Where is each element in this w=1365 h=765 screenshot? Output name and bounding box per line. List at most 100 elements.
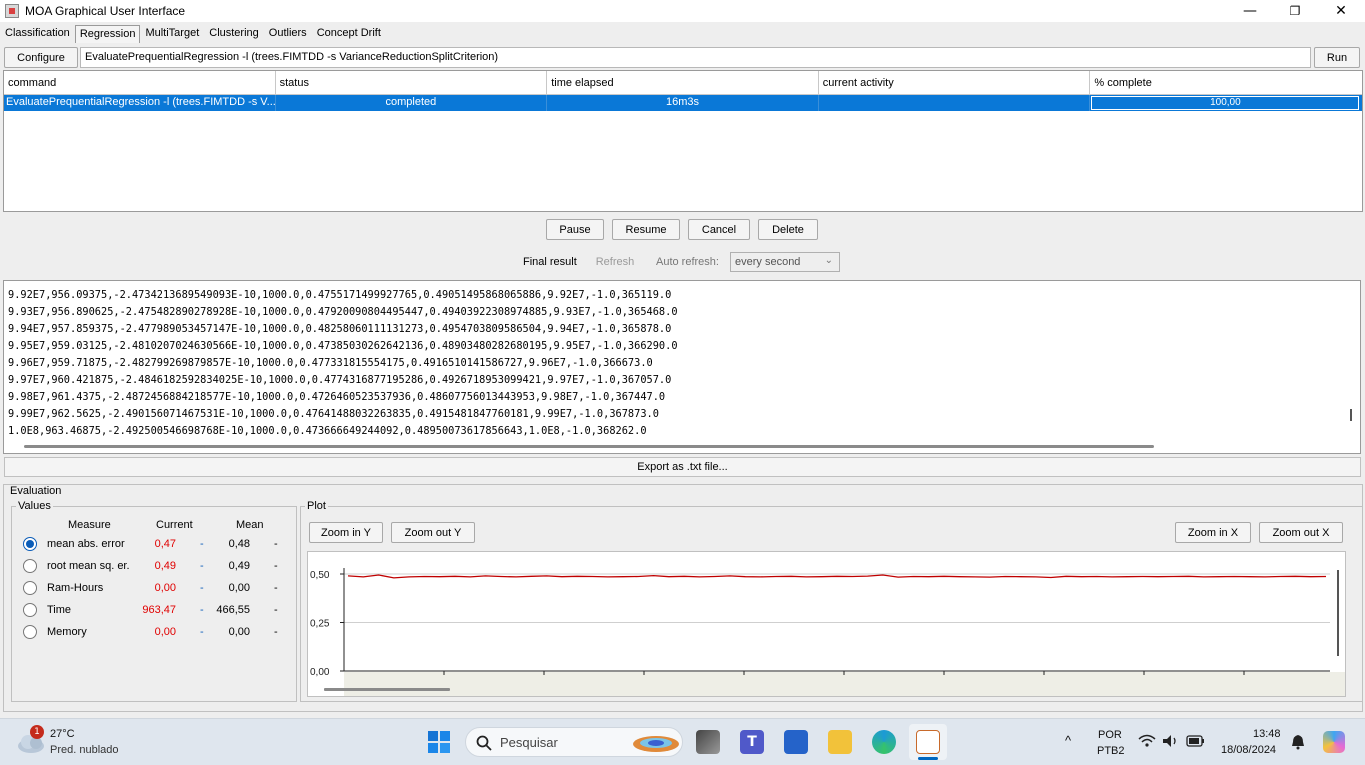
volume-icon[interactable] [1162, 734, 1180, 748]
values-title: Values [16, 500, 53, 512]
x-axis-strip [308, 672, 1345, 696]
output-line: 9.94E7,957.859375,-2.477989053457147E-10… [8, 323, 672, 335]
output-line: 9.96E7,959.71875,-2.482799269879857E-10,… [8, 357, 653, 369]
plot-vertical-scrollbar [1337, 570, 1339, 656]
y-tick-label: 0,50 [310, 570, 330, 581]
header-current-activity[interactable]: current activity [819, 71, 1091, 94]
temperature[interactable]: 27°C [50, 728, 75, 740]
measure-radio-mean-abs-error[interactable] [23, 537, 37, 551]
final-result-label: Final result [523, 256, 577, 268]
output-lines: 9.92E7,956.09375,-2.4734213689549093E-10… [4, 287, 678, 440]
resume-button[interactable]: Resume [612, 219, 680, 240]
search-placeholder: Pesquisar [500, 735, 558, 750]
output-line: 9.93E7,956.890625,-2.4754828902789​28E-1… [8, 306, 678, 318]
tab-outliers[interactable]: Outliers [264, 24, 312, 43]
measure-radio-ram-hours[interactable] [23, 581, 37, 595]
horizontal-scrollbar[interactable] [24, 445, 1154, 448]
measure-separator: - [274, 582, 278, 594]
measure-current-value: 0,00 [154, 626, 176, 638]
maximize-button[interactable]: ❐ [1272, 0, 1318, 22]
y-tick-label: 0,25 [310, 619, 330, 630]
clock-time[interactable]: 13:48 [1253, 728, 1281, 740]
chevron-up-icon[interactable]: ^ [1065, 733, 1071, 748]
measure-radio-time[interactable] [23, 603, 37, 617]
progress-bar: 100,00 [1091, 96, 1360, 110]
weather-desc[interactable]: Pred. nublado [50, 744, 119, 756]
output-line: 1.0E8,963.46875,-2.492500546698768E-10,1… [8, 425, 647, 437]
auto-refresh-select[interactable]: every second ⌄ [730, 252, 840, 272]
run-button[interactable]: Run [1314, 47, 1360, 68]
zoom-out-y-button[interactable]: Zoom out Y [391, 522, 475, 543]
export-txt-button[interactable]: Export as .txt file... [4, 457, 1361, 477]
copilot-icon[interactable] [1323, 731, 1345, 753]
header-time-elapsed[interactable]: time elapsed [547, 71, 819, 94]
title-bar: MOA Graphical User Interface — ❐ ✕ [0, 0, 1365, 22]
zoom-in-y-button[interactable]: Zoom in Y [309, 522, 383, 543]
language-label[interactable]: POR [1098, 729, 1122, 741]
tab-classification[interactable]: Classification [0, 24, 75, 43]
auto-refresh-label: Auto refresh: [656, 256, 719, 268]
wifi-icon[interactable] [1138, 734, 1156, 748]
measure-label[interactable]: mean abs. error [47, 538, 125, 550]
tab-clustering[interactable]: Clustering [204, 24, 264, 43]
header-percent-complete[interactable]: % complete [1090, 71, 1362, 94]
clock-date[interactable]: 18/08/2024 [1221, 744, 1276, 756]
keyboard-layout-label[interactable]: PTB2 [1097, 745, 1125, 757]
header-command[interactable]: command [4, 71, 276, 94]
delete-button[interactable]: Delete [758, 219, 818, 240]
main-tabs: Classification Regression MultiTarget Clust… [0, 23, 386, 43]
vertical-scrollbar[interactable] [1350, 409, 1352, 421]
cancel-button[interactable]: Cancel [688, 219, 750, 240]
table-row[interactable]: EvaluatePrequentialRegression -l (trees.… [4, 95, 1362, 111]
measure-label[interactable]: Ram-Hours [47, 582, 103, 594]
measure-separator: - [274, 538, 278, 550]
measure-radio-memory[interactable] [23, 625, 37, 639]
plot-title: Plot [305, 500, 328, 512]
output-line: 9.95E7,959.03125,-2.481020702463056​6E-1… [8, 340, 678, 352]
refresh-button[interactable]: Refresh [583, 252, 647, 271]
cell-command: EvaluatePrequentialRegression -l (trees.… [4, 95, 276, 111]
output-text-area[interactable]: 9.92E7,956.09375,-2.4734213689549093E-10… [3, 280, 1361, 454]
measure-radio-root-mean-sq-er[interactable] [23, 559, 37, 573]
plot-chart[interactable]: 0,50 0,25 0,00 [307, 551, 1346, 697]
java-icon [916, 730, 940, 754]
command-field[interactable]: EvaluatePrequentialRegression -l (trees.… [80, 47, 1311, 68]
notification-bell-icon[interactable] [1291, 734, 1305, 750]
tab-multitarget[interactable]: MultiTarget [140, 24, 204, 43]
auto-refresh-value: every second [735, 256, 801, 268]
header-status[interactable]: status [276, 71, 548, 94]
task-view-icon[interactable] [696, 730, 720, 754]
edge-icon[interactable] [872, 730, 896, 754]
taskbar-search[interactable]: Pesquisar [465, 727, 683, 757]
chart-svg: 0,50 0,25 0,00 [308, 552, 1345, 696]
windows-start-icon[interactable] [427, 730, 451, 754]
output-line: 9.99E7,962.5625,-2.490156071467531E-10,1… [8, 408, 659, 420]
measure-label[interactable]: root mean sq. er. [47, 560, 130, 572]
measure-label[interactable]: Time [47, 604, 71, 616]
measure-label[interactable]: Memory [47, 626, 87, 638]
store-icon[interactable] [784, 730, 808, 754]
battery-icon[interactable] [1186, 734, 1206, 748]
measure-separator: - [274, 626, 278, 638]
configure-button[interactable]: Configure [4, 47, 78, 68]
measure-mean-value: 466,55 [216, 604, 250, 616]
cell-percent-complete: 100,00 [1090, 95, 1362, 111]
file-explorer-icon[interactable] [828, 730, 852, 754]
search-highlight-icon [633, 736, 679, 752]
close-button[interactable]: ✕ [1318, 0, 1364, 22]
tab-concept-drift[interactable]: Concept Drift [312, 24, 386, 43]
active-app-indicator [918, 757, 938, 760]
zoom-in-x-button[interactable]: Zoom in X [1175, 522, 1251, 543]
cell-time-elapsed: 16m3s [547, 95, 819, 111]
y-tick-label: 0,00 [310, 667, 330, 678]
plot-horizontal-scrollbar [324, 688, 450, 691]
tab-regression[interactable]: Regression [74, 25, 141, 43]
task-table: command status time elapsed current acti… [3, 70, 1363, 212]
zoom-out-x-button[interactable]: Zoom out X [1259, 522, 1343, 543]
pause-button[interactable]: Pause [546, 219, 604, 240]
minimize-button[interactable]: — [1227, 0, 1273, 22]
teams-icon[interactable]: T [740, 730, 764, 754]
measure-current-value: 0,47 [154, 538, 176, 550]
output-line: 9.92E7,956.09375,-2.4734213689549093E-10… [8, 289, 672, 301]
measure-mean-value: 0,00 [228, 626, 250, 638]
